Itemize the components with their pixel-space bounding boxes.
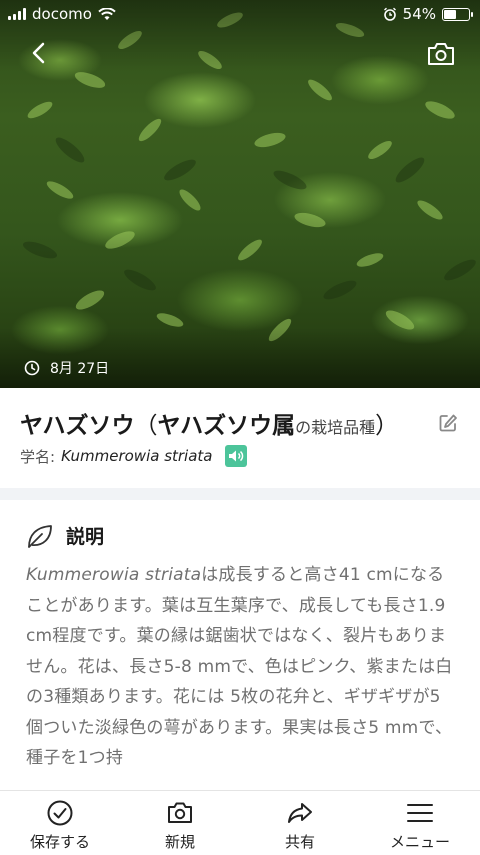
- status-bar: docomo 54%: [0, 0, 480, 28]
- speaker-button[interactable]: [224, 445, 247, 467]
- paren-open: （: [134, 413, 158, 439]
- hamburger-menu-icon: [407, 804, 433, 822]
- scientific-name: Kummerowia striata: [61, 447, 213, 465]
- alarm-icon: [383, 7, 396, 21]
- wifi-icon: [98, 7, 116, 20]
- description-heading: 説明: [26, 522, 104, 549]
- nav-menu-label: メニュー: [389, 833, 450, 851]
- back-arrow-icon[interactable]: [24, 38, 54, 68]
- description-title: 説明: [66, 526, 105, 548]
- bottom-nav: 保存する 新規 共有 メニュー: [0, 790, 480, 855]
- section-divider: [0, 488, 480, 500]
- clock-icon: [24, 360, 40, 376]
- photo-date: 8月 27日: [24, 358, 109, 378]
- nav-menu[interactable]: メニュー: [360, 791, 480, 855]
- plant-header: ヤハズソウ（ヤハズソウ属の栽培品種） 学名: Kummerowia striat…: [0, 388, 480, 488]
- plant-title: ヤハズソウ（ヤハズソウ属の栽培品種）: [20, 406, 398, 440]
- leaf-icon: [28, 524, 52, 548]
- nav-new[interactable]: 新規: [120, 791, 240, 855]
- signal-icon: [8, 8, 26, 20]
- plant-name: ヤハズソウ: [20, 413, 135, 439]
- camera-icon[interactable]: [426, 40, 456, 68]
- date-text: 8月 27日: [50, 361, 110, 377]
- plant-photo: docomo 54% 8月 27日: [0, 0, 480, 388]
- description-body: は成長すると高さ41 cmになることがあります。葉は互生葉序で、成長しても長さ1…: [26, 565, 453, 768]
- battery-percent: 54%: [402, 5, 436, 23]
- battery-icon: [442, 7, 473, 21]
- nav-share-label: 共有: [284, 833, 315, 851]
- description-section: 説明 Kummerowia striataは成長すると高さ41 cmになることが…: [0, 500, 480, 790]
- scientific-name-row: 学名: Kummerowia striata: [20, 445, 247, 467]
- paren-close: ）: [375, 413, 399, 439]
- share-arrow-icon: [288, 803, 312, 823]
- genus-suffix: の栽培品種: [295, 418, 376, 437]
- edit-icon[interactable]: [438, 413, 458, 433]
- description-text: Kummerowia striataは成長すると高さ41 cmになることがありま…: [26, 560, 456, 774]
- scientific-label: 学名:: [20, 447, 56, 466]
- check-circle-icon: [47, 800, 73, 826]
- nav-share[interactable]: 共有: [240, 791, 360, 855]
- speaker-icon: [228, 450, 243, 462]
- plant-genus: ヤハズソウ属: [157, 413, 296, 439]
- nav-new-label: 新規: [164, 833, 195, 851]
- description-sci-name: Kummerowia striata: [26, 565, 202, 585]
- camera-icon: [168, 802, 192, 823]
- carrier-name: docomo: [32, 5, 92, 23]
- nav-save[interactable]: 保存する: [0, 791, 120, 855]
- nav-save-label: 保存する: [29, 833, 90, 851]
